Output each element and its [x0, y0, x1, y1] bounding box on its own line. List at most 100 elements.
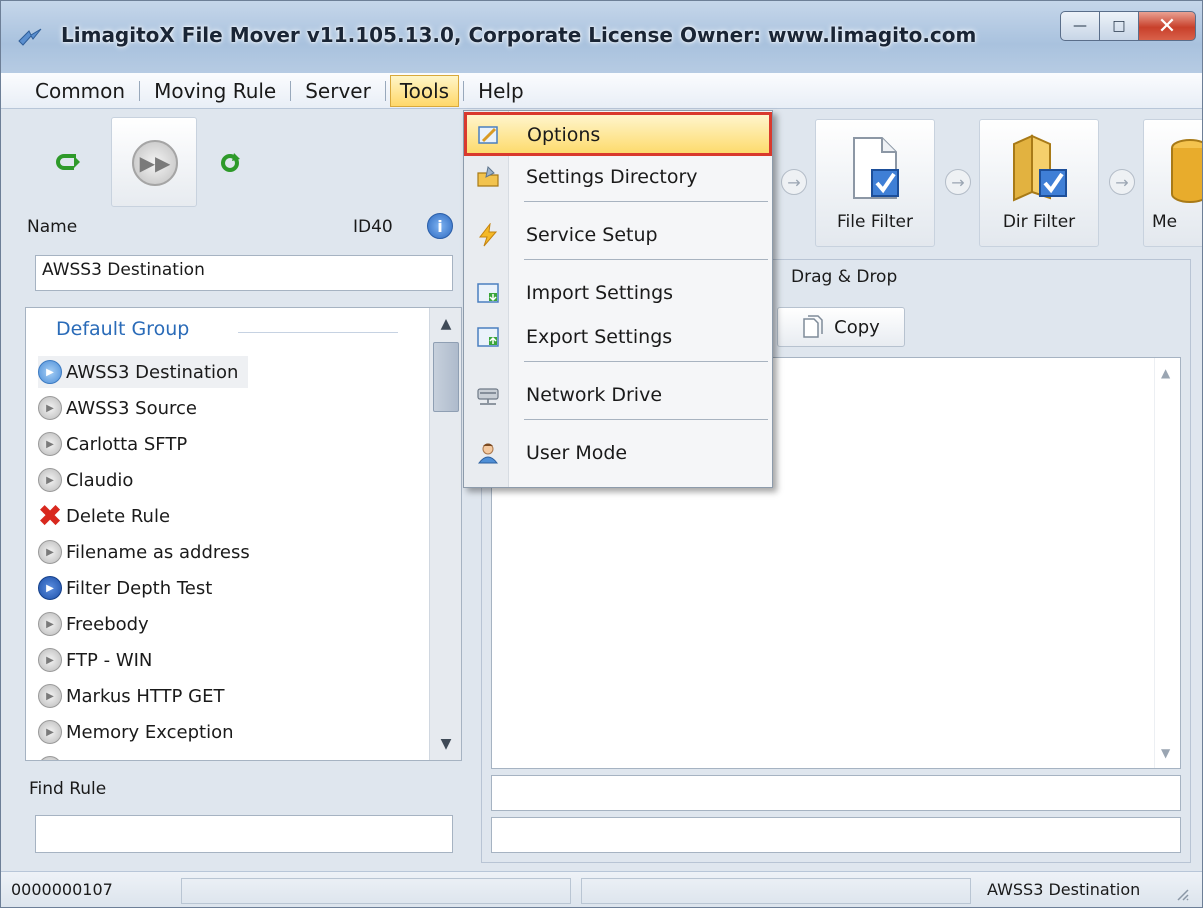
status-counter: 0000000107: [11, 880, 113, 899]
rule-icon: ▶: [38, 540, 62, 564]
rule-item[interactable]: ▶ Carlotta SFTP: [38, 428, 197, 460]
menu-item-import-settings[interactable]: Import Settings: [466, 273, 770, 313]
rule-item-partial: ▶: [38, 752, 76, 760]
menu-item-settings-directory[interactable]: Settings Directory: [466, 157, 770, 197]
log-scrollbar[interactable]: ▲ ▼: [1154, 358, 1180, 768]
menu-item-service-setup[interactable]: Service Setup: [466, 215, 770, 255]
menu-moving-rule[interactable]: Moving Rule: [144, 75, 286, 107]
scroll-down-icon[interactable]: ▼: [1161, 746, 1170, 760]
window-title: LimagitoX File Mover v11.105.13.0, Corpo…: [61, 23, 977, 47]
rule-item[interactable]: ▶ FTP - WIN: [38, 644, 162, 676]
rule-icon: ▶: [38, 756, 62, 760]
group-header[interactable]: Default Group ⌃: [56, 318, 439, 344]
name-label: Name: [27, 217, 78, 237]
menu-tools[interactable]: Tools: [389, 74, 460, 107]
rule-active-icon: ▶: [38, 360, 62, 384]
network-drive-icon: [477, 388, 499, 405]
rule-icon: ▶: [38, 720, 62, 744]
info-field-2[interactable]: [491, 817, 1181, 853]
delete-x-icon: ✖: [37, 498, 63, 534]
rule-icon: ▶: [38, 684, 62, 708]
rule-item-label: AWSS3 Destination: [66, 361, 239, 383]
copy-label: Copy: [834, 316, 880, 338]
rule-item[interactable]: ▶ AWSS3 Destination: [38, 356, 249, 388]
status-bar: 0000000107 AWSS3 Destination: [1, 871, 1202, 907]
settings-directory-icon: [477, 165, 499, 187]
rule-item-label: Markus HTTP GET: [66, 685, 225, 707]
copy-icon: [803, 315, 823, 338]
rule-item[interactable]: ▶ Filename as address: [38, 536, 260, 568]
service-setup-icon: [478, 223, 498, 247]
scroll-down-icon[interactable]: ▼: [432, 730, 460, 758]
dir-filter-button[interactable]: Dir Filter: [979, 119, 1099, 247]
menu-item-export-settings[interactable]: Export Settings: [466, 317, 770, 357]
scroll-up-icon[interactable]: ▲: [432, 310, 460, 338]
menu-item-label: Service Setup: [526, 224, 658, 246]
rule-icon: ▶: [38, 612, 62, 636]
menu-server[interactable]: Server: [295, 75, 381, 107]
window-controls: — □ ✕: [1060, 11, 1196, 41]
rule-item[interactable]: ▶ Freebody: [38, 608, 159, 640]
menu-separator: [524, 259, 768, 260]
rule-list-scrollbar[interactable]: ▲ ▼: [429, 308, 461, 760]
play-icon: ▶▶: [132, 140, 178, 186]
rule-item[interactable]: ▶ Memory Exception: [38, 716, 244, 748]
close-button[interactable]: ✕: [1138, 11, 1196, 41]
menu-help[interactable]: Help: [468, 75, 534, 107]
rule-item-label: AWSS3 Source: [66, 397, 197, 419]
dir-filter-icon: [1013, 134, 1067, 202]
menu-item-network-drive[interactable]: Network Drive: [466, 375, 770, 415]
rule-icon: ▶: [38, 468, 62, 492]
rule-item[interactable]: ▶ Claudio: [38, 464, 143, 496]
menu-item-label: Import Settings: [526, 282, 674, 304]
scroll-up-icon[interactable]: ▲: [1161, 366, 1170, 380]
maximize-button[interactable]: □: [1099, 11, 1139, 41]
copy-button[interactable]: Copy: [777, 307, 905, 347]
info-icon[interactable]: i: [427, 213, 453, 239]
find-rule-field[interactable]: [35, 815, 453, 853]
drag-drop-label: Drag & Drop: [791, 267, 898, 287]
options-icon: [478, 126, 498, 144]
flow-arrow-icon: →: [1109, 169, 1135, 195]
menu-separator: [524, 201, 768, 202]
rule-running-icon: ▶: [38, 576, 62, 600]
scroll-thumb[interactable]: [433, 342, 459, 412]
info-field-1[interactable]: [491, 775, 1181, 811]
menu-separator: [384, 80, 386, 101]
rule-item-label: Memory Exception: [66, 721, 234, 743]
status-rule-name: AWSS3 Destination: [987, 880, 1141, 899]
rule-item-label: Claudio: [66, 469, 134, 491]
menu-common[interactable]: Common: [25, 75, 135, 107]
rule-icon: ▶: [38, 432, 62, 456]
resize-grip-icon[interactable]: [1174, 886, 1190, 902]
maximize-icon: □: [1112, 18, 1126, 34]
rule-list: Default Group ⌃ ▶ AWSS3 Destination ▶ AW…: [25, 307, 462, 761]
rule-name-field[interactable]: AWSS3 Destination: [35, 255, 453, 291]
rule-item[interactable]: ▶ Filter Depth Test: [38, 572, 222, 604]
rule-item[interactable]: ✖ Delete Rule: [37, 498, 180, 534]
file-filter-button[interactable]: File Filter: [815, 119, 935, 247]
rule-item-label: Filter Depth Test: [66, 577, 213, 599]
rule-item[interactable]: ▶ Markus HTTP GET: [38, 680, 234, 712]
minimize-icon: —: [1073, 18, 1087, 34]
menu-item-options[interactable]: Options: [464, 112, 772, 156]
me-button[interactable]: Me: [1143, 119, 1202, 247]
menu-item-label: User Mode: [526, 442, 628, 464]
menu-item-label: Options: [527, 124, 601, 146]
me-label: Me: [1152, 212, 1178, 232]
minimize-button[interactable]: —: [1060, 11, 1100, 41]
next-rule-button[interactable]: [211, 143, 251, 183]
title-bar[interactable]: LimagitoX File Mover v11.105.13.0, Corpo…: [1, 1, 1202, 73]
user-mode-icon: [477, 443, 499, 464]
status-panel-empty: [181, 878, 571, 904]
rule-item-label: Filename as address: [66, 541, 250, 563]
export-settings-icon: [477, 327, 499, 347]
menu-item-label: Network Drive: [526, 384, 663, 406]
rule-icon: ▶: [38, 396, 62, 420]
menu-item-user-mode[interactable]: User Mode: [466, 433, 770, 473]
close-icon: ✕: [1157, 13, 1177, 39]
start-stop-button[interactable]: ▶▶: [111, 117, 197, 207]
previous-rule-button[interactable]: [49, 143, 89, 183]
flow-arrow-icon: →: [781, 169, 807, 195]
rule-item[interactable]: ▶ AWSS3 Source: [38, 392, 207, 424]
